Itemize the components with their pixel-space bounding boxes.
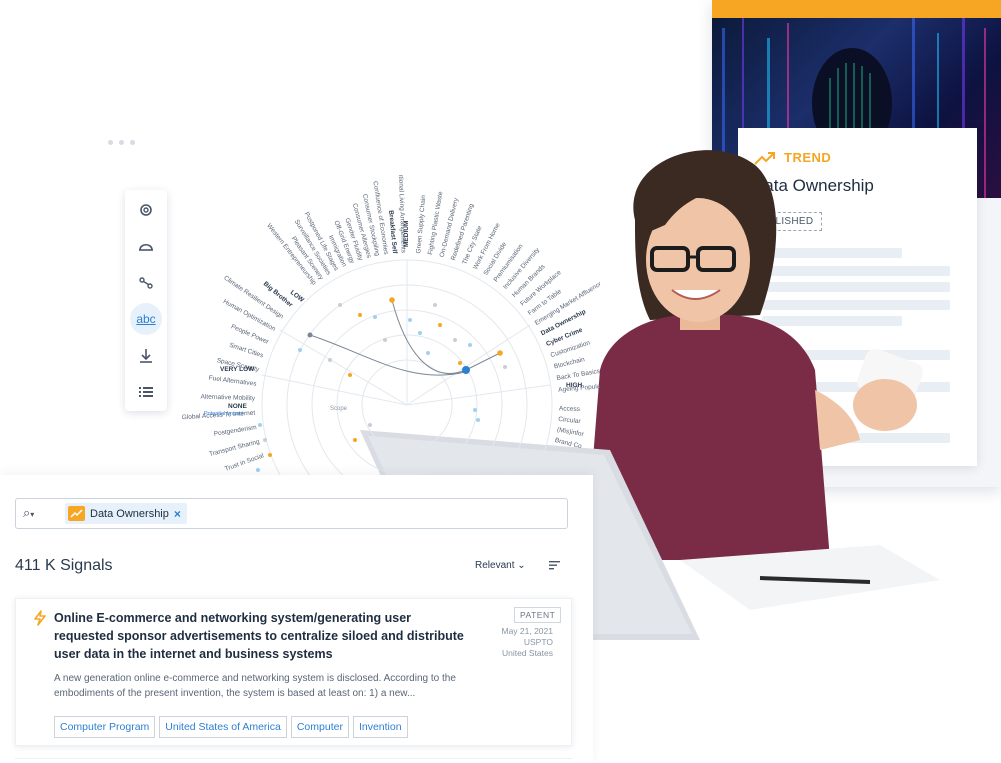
radar-signal-dot[interactable] <box>263 438 267 442</box>
result-card-next[interactable] <box>15 758 572 763</box>
radar-signal-dot[interactable] <box>348 373 352 377</box>
tag[interactable]: Computer <box>290 716 349 738</box>
chevron-down-icon: ⌄ <box>517 560 526 571</box>
radar-level-label: MEDIUM <box>403 221 410 247</box>
search-input[interactable]: ⌕▾ Data Ownership × <box>15 498 568 529</box>
radar-signal-dot[interactable] <box>268 453 272 457</box>
trend-accent-bar <box>712 0 1001 18</box>
result-meta: May 21, 2021 USPTO United States <box>501 626 553 659</box>
radar-signal-dot[interactable] <box>328 358 332 362</box>
result-date: May 21, 2021 <box>501 626 553 636</box>
radar-signal-dot[interactable] <box>418 331 422 335</box>
tag[interactable]: Invention <box>352 716 408 738</box>
result-description: A new generation online e-commerce and n… <box>54 673 456 699</box>
radar-signal-dot[interactable] <box>476 418 480 422</box>
radar-signal-dot[interactable] <box>358 313 362 317</box>
radar-trend-label[interactable]: Smart Cities <box>228 342 265 360</box>
trend-up-icon <box>68 506 85 521</box>
radar-signal-dot[interactable] <box>373 315 377 319</box>
radar-signal-dot[interactable] <box>458 361 462 365</box>
radar-signal-dot[interactable] <box>307 332 313 338</box>
close-icon[interactable]: × <box>174 507 181 521</box>
connection-icon[interactable] <box>130 267 162 299</box>
radar-signal-dot[interactable] <box>453 338 457 342</box>
radar-signal-dot[interactable] <box>468 343 472 347</box>
potential-impact-label: Potential Impact <box>204 411 244 417</box>
result-card[interactable]: Online E-commerce and networking system/… <box>15 598 572 746</box>
trend-radar[interactable]: Western Entrepreneurship Pleasant Scenery… <box>170 175 600 475</box>
result-country: United States <box>501 648 553 658</box>
tag[interactable]: United States of America <box>159 716 287 738</box>
radar-trend-label[interactable]: Brand Co <box>554 437 583 451</box>
radar-signal-dot[interactable] <box>408 318 412 322</box>
radar-signal-dot[interactable] <box>473 408 477 412</box>
list-icon[interactable] <box>130 376 162 408</box>
tag[interactable]: Computer Program <box>54 716 156 738</box>
radar-trend-label[interactable]: Green Supply Chain <box>415 194 427 253</box>
radar-signal-dot[interactable] <box>389 297 395 303</box>
radar-signal-dot[interactable] <box>338 303 342 307</box>
radar-signal-dot[interactable] <box>503 365 507 369</box>
download-icon[interactable] <box>130 340 162 372</box>
radar-level-label: NONE <box>228 403 247 410</box>
radar-signal-dot[interactable] <box>298 348 302 352</box>
radar-signal-dot[interactable] <box>258 423 262 427</box>
radar-trend-label[interactable]: Blockchain <box>553 356 586 370</box>
filter-chip[interactable]: Data Ownership × <box>65 503 187 524</box>
radar-signal-dot[interactable] <box>497 350 503 356</box>
radar-signal-dot[interactable] <box>433 303 437 307</box>
tag-list: Computer Program United States of Americ… <box>54 716 408 738</box>
radar-trend-label[interactable]: Postgenderism <box>213 424 257 438</box>
result-source: USPTO <box>523 637 553 647</box>
radar-signal-dot[interactable] <box>438 323 442 327</box>
result-title[interactable]: Online E-commerce and networking system/… <box>54 609 474 663</box>
radar-signal-dot[interactable] <box>353 438 357 442</box>
radar-trend-label[interactable]: Back To Basics <box>556 368 600 382</box>
radar-signal-dot[interactable] <box>462 366 470 374</box>
signals-panel: ⌕▾ Data Ownership × 411 K Signals Releva… <box>0 475 593 763</box>
radar-trend-label[interactable]: Alternative Mobility <box>200 393 255 402</box>
lightning-icon <box>34 610 46 629</box>
radar-trend-label[interactable]: Access <box>559 405 581 413</box>
text-label-toggle[interactable]: abc <box>130 303 162 335</box>
sort-order-icon[interactable] <box>549 559 561 573</box>
radar-signal-dot[interactable] <box>426 351 430 355</box>
radar-trend-label[interactable]: (Mis)infor <box>556 426 585 438</box>
sort-label: Relevant <box>475 560 515 571</box>
radar-signal-dot[interactable] <box>383 338 387 342</box>
radar-signal-dot[interactable] <box>256 468 260 472</box>
radar-trend-label[interactable]: Fuel Alternatives <box>208 375 257 388</box>
gear-icon[interactable] <box>130 194 162 226</box>
visualization-toolbar: abc <box>125 190 167 411</box>
sort-dropdown[interactable]: Relevant ⌄ <box>475 560 526 571</box>
drag-handle[interactable] <box>108 140 135 145</box>
radar-level-label: HIGH <box>566 382 583 389</box>
radar-level-label: VERY LOW <box>220 366 255 373</box>
radar-trend-label[interactable]: Circular <box>558 416 582 425</box>
scope-label: Scope <box>330 406 348 412</box>
dome-icon[interactable] <box>130 230 162 262</box>
signals-count: 411 K Signals <box>15 557 113 574</box>
search-icon[interactable]: ⌕▾ <box>23 505 34 521</box>
filter-chip-label: Data Ownership <box>90 507 169 520</box>
result-type-badge: PATENT <box>514 607 562 623</box>
radar-signal-dot[interactable] <box>368 423 372 427</box>
